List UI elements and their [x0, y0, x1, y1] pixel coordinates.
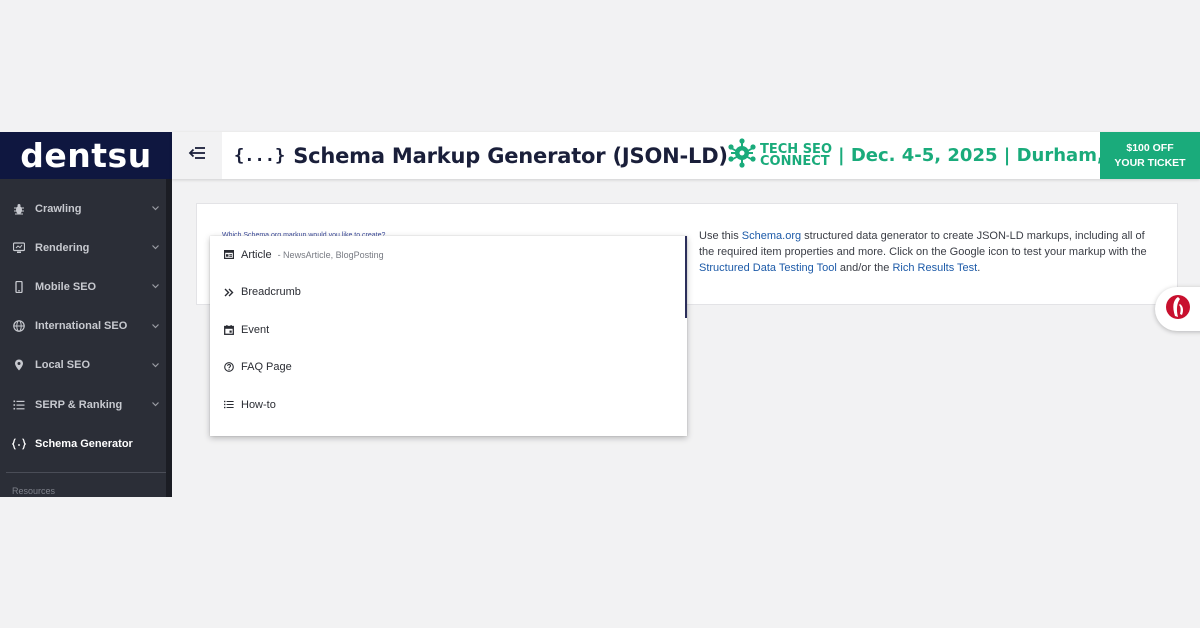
header-bar: {...} Schema Markup Generator (JSON-LD) [172, 132, 1200, 179]
option-label: Event [241, 323, 270, 336]
sidebar-section-resources: Resources [12, 486, 56, 497]
article-icon [223, 249, 234, 260]
sidebar-item-label: International SEO [35, 320, 128, 333]
option-label: Article [241, 248, 272, 261]
dropdown-scrollbar[interactable] [685, 236, 687, 318]
globe-icon [12, 319, 26, 333]
sidebar-item-local-seo[interactable]: Local SEO [0, 346, 172, 385]
monitor-icon [12, 241, 26, 255]
option-breadcrumb[interactable]: Breadcrumb [210, 274, 687, 312]
option-label: How-to [241, 398, 276, 411]
option-how-to[interactable]: How-to [210, 386, 687, 424]
question-circle-icon [223, 362, 234, 373]
option-label: Breadcrumb [241, 286, 301, 299]
ticket-line2: YOUR TICKET [1114, 156, 1186, 169]
double-chevron-icon [223, 287, 234, 298]
list-icon [12, 398, 26, 412]
sidebar-scrollbar[interactable] [166, 179, 172, 497]
calendar-icon [223, 324, 234, 335]
sidebar-item-label: Rendering [35, 241, 90, 254]
sidebar-item-label: Mobile SEO [35, 280, 97, 293]
option-article[interactable]: Article - NewsArticle, BlogPosting [210, 236, 687, 274]
braces-icon: {...} [234, 145, 286, 166]
description-text: Use this Schema.org structured data gene… [699, 228, 1159, 276]
brand-name: dentsu [20, 136, 152, 175]
sidebar-item-schema-generator[interactable]: Schema Generator [0, 424, 172, 463]
sidebar-item-label: SERP & Ranking [35, 398, 123, 411]
ticket-line1: $100 OFF [1126, 141, 1174, 154]
option-event[interactable]: Event [210, 311, 687, 349]
map-pin-icon [12, 358, 26, 372]
promo-banner[interactable]: TECH SEO CONNECT | Dec. 4-5, 2025 | Durh… [728, 132, 1138, 179]
chevron-down-icon [152, 361, 160, 369]
structured-data-testing-tool-link[interactable]: Structured Data Testing Tool [699, 262, 837, 274]
page-title-wrap: {...} Schema Markup Generator (JSON-LD) [234, 132, 728, 179]
page-title: Schema Markup Generator (JSON-LD) [293, 143, 728, 168]
chevron-down-icon [152, 244, 160, 252]
chevron-down-icon [152, 205, 160, 213]
sidebar-item-label: Crawling [35, 202, 82, 215]
list-icon [223, 399, 234, 410]
widget-logo-icon [1165, 294, 1191, 325]
phone-icon [12, 280, 26, 294]
option-label: FAQ Page [241, 361, 292, 374]
menu-collapse-button[interactable] [172, 132, 222, 179]
sidebar-item-label: Schema Generator [35, 437, 133, 450]
schema-type-dropdown[interactable]: Article - NewsArticle, BlogPosting Bread… [210, 236, 687, 436]
brand-logo[interactable]: dentsu [0, 132, 172, 179]
rich-results-test-link[interactable]: Rich Results Test [892, 262, 977, 274]
sidebar-item-rendering[interactable]: Rendering [0, 228, 172, 267]
sidebar: dentsu Crawling Rendering Mobile SEO Int… [0, 132, 172, 497]
tech-seo-connect-logo-icon [728, 138, 756, 173]
braces-icon [12, 437, 26, 451]
promo-logo-line2: CONNECT [760, 153, 830, 169]
sidebar-item-international-seo[interactable]: International SEO [0, 307, 172, 346]
option-faq-page[interactable]: FAQ Page [210, 349, 687, 387]
desc-part-1: Use this [699, 230, 742, 242]
chevron-down-icon [152, 322, 160, 330]
desc-part-3: and/or the [836, 262, 893, 274]
sidebar-item-serp-ranking[interactable]: SERP & Ranking [0, 385, 172, 424]
sidebar-item-mobile-seo[interactable]: Mobile SEO [0, 267, 172, 306]
desc-part-4: . [977, 262, 981, 274]
promo-logo-text: TECH SEO CONNECT [760, 143, 832, 169]
arrow-left-menu-icon [188, 146, 206, 165]
chevron-down-icon [152, 283, 160, 291]
sidebar-item-crawling[interactable]: Crawling [0, 189, 172, 228]
bug-icon [12, 202, 26, 216]
promo-event-text: | Dec. 4-5, 2025 | Durham, NC [838, 145, 1139, 166]
option-subtitle: - NewsArticle, BlogPosting [277, 249, 384, 260]
schema-org-link[interactable]: Schema.org [742, 230, 801, 242]
floating-widget-button[interactable] [1155, 287, 1200, 331]
ticket-button[interactable]: $100 OFF YOUR TICKET [1100, 132, 1200, 179]
sidebar-nav: Crawling Rendering Mobile SEO Internatio… [0, 179, 172, 463]
sidebar-item-label: Local SEO [35, 359, 91, 372]
chevron-down-icon [152, 401, 160, 409]
